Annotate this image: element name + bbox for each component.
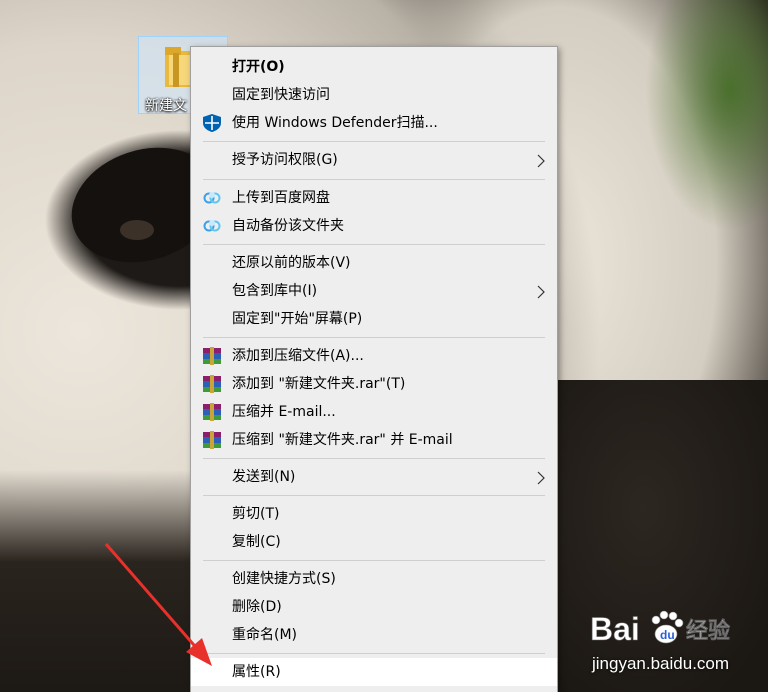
menu-item-add-rar[interactable]: 添加到 "新建文件夹.rar"(T) — [191, 370, 557, 398]
baidu-netdisk-icon — [203, 220, 221, 232]
menu-item-compress-email[interactable]: 压缩并 E-mail... — [191, 398, 557, 426]
winrar-icon — [203, 375, 221, 393]
menu-separator — [203, 141, 545, 142]
menu-item-restore-versions[interactable]: 还原以前的版本(V) — [191, 249, 557, 277]
menu-item-rename[interactable]: 重命名(M) — [191, 621, 557, 649]
menu-item-label: 剪切(T) — [232, 506, 280, 522]
svg-text:du: du — [660, 628, 675, 642]
menu-item-label: 上传到百度网盘 — [232, 190, 330, 206]
menu-separator — [203, 244, 545, 245]
menu-item-send-to[interactable]: 发送到(N) — [191, 463, 557, 491]
context-menu: 打开(O) 固定到快速访问 使用 Windows Defender扫描... 授… — [190, 46, 558, 692]
menu-item-label: 添加到压缩文件(A)... — [232, 348, 364, 364]
baidu-netdisk-icon — [203, 192, 221, 204]
menu-item-label: 重命名(M) — [232, 627, 298, 643]
chevron-right-icon — [537, 285, 545, 299]
menu-separator — [203, 179, 545, 180]
winrar-icon — [203, 347, 221, 365]
annotation-arrow-icon — [104, 543, 212, 666]
menu-item-label: 固定到"开始"屏幕(P) — [232, 311, 363, 327]
menu-item-label: 使用 Windows Defender扫描... — [232, 115, 438, 131]
menu-item-label: 固定到快速访问 — [232, 87, 330, 103]
menu-item-label: 压缩并 E-mail... — [232, 404, 336, 420]
winrar-icon — [203, 431, 221, 449]
chevron-right-icon — [537, 154, 545, 168]
menu-item-label: 包含到库中(I) — [232, 283, 318, 299]
watermark-url: jingyan.baidu.com — [592, 654, 730, 673]
menu-item-label: 授予访问权限(G) — [232, 152, 338, 168]
menu-item-label: 属性(R) — [232, 664, 281, 680]
baidu-jingyan-watermark: Bai du 经验 jingyan.baidu.com — [588, 604, 758, 684]
menu-item-label: 自动备份该文件夹 — [232, 218, 344, 234]
svg-text:经验: 经验 — [686, 618, 730, 644]
menu-item-create-shortcut[interactable]: 创建快捷方式(S) — [191, 565, 557, 593]
menu-item-grant-access[interactable]: 授予访问权限(G) — [191, 146, 557, 174]
menu-item-label: 压缩到 "新建文件夹.rar" 并 E-mail — [232, 432, 453, 448]
menu-separator — [203, 337, 545, 338]
menu-separator — [203, 458, 545, 459]
menu-item-pin-start[interactable]: 固定到"开始"屏幕(P) — [191, 305, 557, 333]
menu-item-label: 打开(O) — [232, 59, 285, 75]
menu-item-label: 创建快捷方式(S) — [232, 571, 336, 587]
menu-item-delete[interactable]: 删除(D) — [191, 593, 557, 621]
menu-item-open[interactable]: 打开(O) — [191, 53, 557, 81]
menu-item-label: 删除(D) — [232, 599, 282, 615]
menu-item-include-library[interactable]: 包含到库中(I) — [191, 277, 557, 305]
winrar-icon — [203, 403, 221, 421]
menu-item-copy[interactable]: 复制(C) — [191, 528, 557, 556]
menu-item-label: 添加到 "新建文件夹.rar"(T) — [232, 376, 406, 392]
menu-item-auto-backup[interactable]: 自动备份该文件夹 — [191, 212, 557, 240]
menu-item-cut[interactable]: 剪切(T) — [191, 500, 557, 528]
chevron-right-icon — [537, 471, 545, 485]
menu-item-upload-baidu[interactable]: 上传到百度网盘 — [191, 184, 557, 212]
menu-item-defender-scan[interactable]: 使用 Windows Defender扫描... — [191, 109, 557, 137]
menu-item-properties[interactable]: 属性(R) — [191, 658, 557, 686]
menu-item-add-archive[interactable]: 添加到压缩文件(A)... — [191, 342, 557, 370]
menu-item-pin-quick-access[interactable]: 固定到快速访问 — [191, 81, 557, 109]
menu-separator — [203, 495, 545, 496]
svg-text:Bai: Bai — [590, 611, 640, 647]
menu-item-compress-rar-email[interactable]: 压缩到 "新建文件夹.rar" 并 E-mail — [191, 426, 557, 454]
menu-separator — [203, 560, 545, 561]
menu-item-label: 复制(C) — [232, 534, 281, 550]
menu-item-label: 发送到(N) — [232, 469, 296, 485]
panda-eye — [120, 220, 154, 240]
baidu-jingyan-logo-icon: Bai du 经验 — [590, 610, 730, 647]
windows-defender-shield-icon — [203, 114, 221, 132]
menu-separator — [203, 653, 545, 654]
menu-item-label: 还原以前的版本(V) — [232, 255, 351, 271]
